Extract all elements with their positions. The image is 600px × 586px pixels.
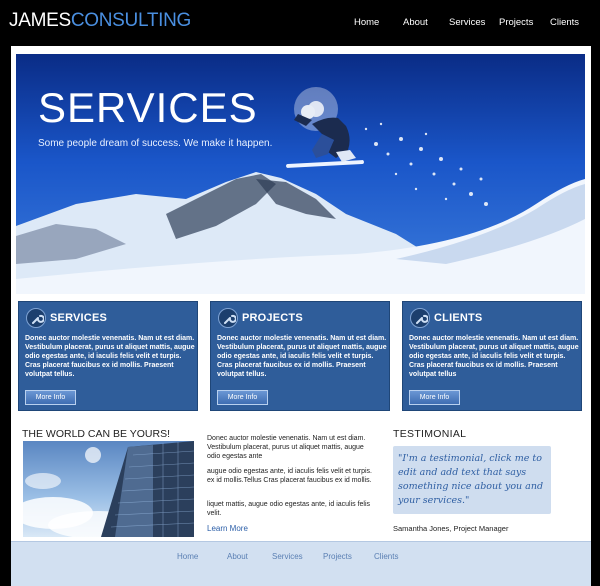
- world-paragraph-1: Donec auctor molestie venenatis. Nam ut …: [207, 435, 366, 460]
- logo-text-consulting: CONSULTING: [70, 10, 192, 31]
- nav-clients[interactable]: Clients: [550, 17, 579, 28]
- footer-nav-clients[interactable]: Clients: [374, 552, 398, 561]
- wrench-icon: [26, 308, 46, 328]
- box-text: Donec auctor molestie venenatis. Nam ut …: [409, 335, 579, 378]
- testimonial-author: Samantha Jones, Project Manager: [393, 524, 509, 533]
- world-paragraph-3: liquet mattis, augue odio egestas ante, …: [207, 501, 371, 517]
- footer: Home About Services Projects Clients: [11, 541, 591, 586]
- logo-text-james: JAMES: [9, 10, 71, 31]
- nav-about[interactable]: About: [403, 17, 428, 28]
- box-title: SERVICES: [50, 312, 108, 324]
- world-paragraph-2: augue odio egestas ante, id iaculis feli…: [207, 468, 372, 484]
- hero-banner: SERVICES Some people dream of success. W…: [16, 54, 585, 294]
- more-info-button[interactable]: More Info: [409, 390, 460, 405]
- services-box: SERVICES Donec auctor molestie venenatis…: [18, 301, 198, 411]
- world-heading: THE WORLD CAN BE YOURS!: [22, 428, 170, 440]
- footer-nav-projects[interactable]: Projects: [323, 552, 352, 561]
- hero-subtitle: Some people dream of success. We make it…: [38, 138, 273, 149]
- box-title: PROJECTS: [242, 312, 303, 324]
- top-bar: JAMESCONSULTING Home About Services Proj…: [0, 0, 600, 46]
- building-image: [23, 441, 194, 537]
- nav-projects[interactable]: Projects: [499, 17, 533, 28]
- testimonial-quote[interactable]: "I'm a testimonial, click me to edit and…: [393, 446, 551, 514]
- wrench-icon: [218, 308, 238, 328]
- more-info-button[interactable]: More Info: [25, 390, 76, 405]
- nav-services[interactable]: Services: [449, 17, 485, 28]
- clients-box: CLIENTS Donec auctor molestie venenatis.…: [402, 301, 582, 411]
- footer-nav-about[interactable]: About: [227, 552, 248, 561]
- wrench-icon: [410, 308, 430, 328]
- testimonial-heading: TESTIMONIAL: [393, 428, 467, 440]
- box-title: CLIENTS: [434, 312, 483, 324]
- hero-title: SERVICES: [38, 84, 258, 131]
- box-text: Donec auctor molestie venenatis. Nam ut …: [25, 335, 195, 378]
- site-logo[interactable]: JAMESCONSULTING: [9, 10, 191, 32]
- page-content: SERVICES Some people dream of success. W…: [11, 46, 591, 586]
- projects-box: PROJECTS Donec auctor molestie venenatis…: [210, 301, 390, 411]
- nav-home[interactable]: Home: [354, 17, 379, 28]
- box-text: Donec auctor molestie venenatis. Nam ut …: [217, 335, 387, 378]
- footer-nav-home[interactable]: Home: [177, 552, 198, 561]
- more-info-button[interactable]: More Info: [217, 390, 268, 405]
- footer-nav-services[interactable]: Services: [272, 552, 303, 561]
- learn-more-link[interactable]: Learn More: [207, 524, 248, 533]
